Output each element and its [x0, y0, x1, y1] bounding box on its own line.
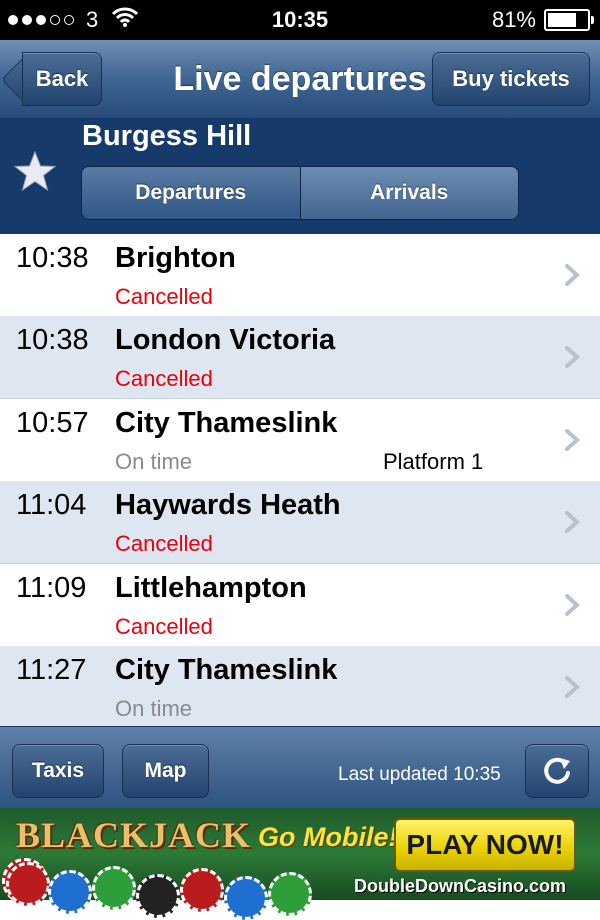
chevron-right-icon — [565, 594, 580, 616]
departure-time: 11:09 — [16, 572, 87, 604]
departure-status: On time — [115, 696, 193, 721]
ad-tagline: Go Mobile! — [258, 822, 398, 852]
casino-chip-graphic — [224, 876, 268, 920]
departure-destination: City Thameslink — [115, 654, 338, 686]
status-bar: 3 10:35 81% — [0, 0, 600, 40]
refresh-button[interactable] — [525, 744, 589, 798]
taxis-button[interactable]: Taxis — [12, 744, 104, 798]
battery-fill — [548, 13, 576, 27]
departure-time: 11:27 — [16, 654, 87, 686]
departure-status: Cancelled — [115, 614, 213, 639]
departure-status: Cancelled — [115, 366, 213, 391]
departure-destination: Littlehampton — [115, 572, 307, 604]
last-updated-text: Last updated 10:35 — [338, 764, 501, 785]
departure-destination: City Thameslink — [115, 407, 338, 439]
departure-status: Cancelled — [115, 531, 213, 556]
chevron-right-icon — [565, 511, 580, 533]
departure-row[interactable]: 11:27 City Thameslink On time — [0, 646, 600, 726]
departure-row[interactable]: 10:38 Brighton Cancelled — [0, 234, 600, 317]
ad-headline: BLACKJACK — [16, 815, 252, 855]
departure-platform: Platform 1 — [383, 449, 484, 474]
casino-chip-graphic — [6, 862, 50, 906]
refresh-icon — [544, 757, 570, 784]
map-button[interactable]: Map — [122, 744, 209, 798]
station-name: Burgess Hill — [82, 120, 252, 152]
tab-arrivals[interactable]: Arrivals — [300, 167, 518, 219]
departure-row[interactable]: 10:38 London Victoria Cancelled — [0, 316, 600, 399]
departure-time: 10:38 — [16, 324, 89, 356]
tab-departures[interactable]: Departures — [82, 167, 301, 219]
chevron-right-icon — [565, 676, 580, 698]
casino-chip-graphic — [136, 874, 180, 918]
battery-percent: 81% — [491, 7, 536, 32]
chevron-right-icon — [565, 429, 580, 451]
ad-play-now-button[interactable]: PLAY NOW! — [394, 818, 576, 872]
battery-tip — [591, 16, 594, 24]
departure-destination: London Victoria — [115, 324, 336, 356]
departure-row[interactable]: 10:57 City Thameslink On time Platform 1 — [0, 399, 600, 482]
departure-row[interactable]: 11:04 Haywards Heath Cancelled — [0, 481, 600, 564]
ad-domain: DoubleDownCasino.com — [354, 876, 567, 896]
buy-tickets-button[interactable]: Buy tickets — [432, 52, 590, 106]
navigation-bar: Live departures Back Buy tickets — [0, 40, 600, 119]
departure-time: 10:38 — [16, 242, 89, 274]
departures-arrivals-toggle: Departures Arrivals — [81, 166, 519, 220]
departures-list: 10:38 Brighton Cancelled 10:38 London Vi… — [0, 234, 600, 726]
casino-chip-graphic — [180, 868, 224, 912]
departure-status: Cancelled — [115, 284, 213, 309]
departure-status: On time — [115, 449, 193, 474]
casino-chip-graphic — [268, 872, 312, 916]
back-button[interactable]: Back — [22, 52, 102, 106]
departure-row[interactable]: 11:09 Littlehampton Cancelled — [0, 564, 600, 647]
chevron-right-icon — [565, 346, 580, 368]
departure-time: 10:57 — [16, 407, 89, 439]
battery-icon — [544, 9, 594, 31]
departure-destination: Brighton — [115, 242, 236, 274]
star-icon[interactable] — [13, 150, 57, 194]
casino-chip-graphic — [48, 870, 92, 914]
chevron-right-icon — [565, 264, 580, 286]
battery-status: 81% — [491, 0, 594, 40]
departure-destination: Haywards Heath — [115, 489, 341, 521]
departure-time: 11:04 — [16, 489, 87, 521]
casino-chip-graphic — [92, 866, 136, 910]
